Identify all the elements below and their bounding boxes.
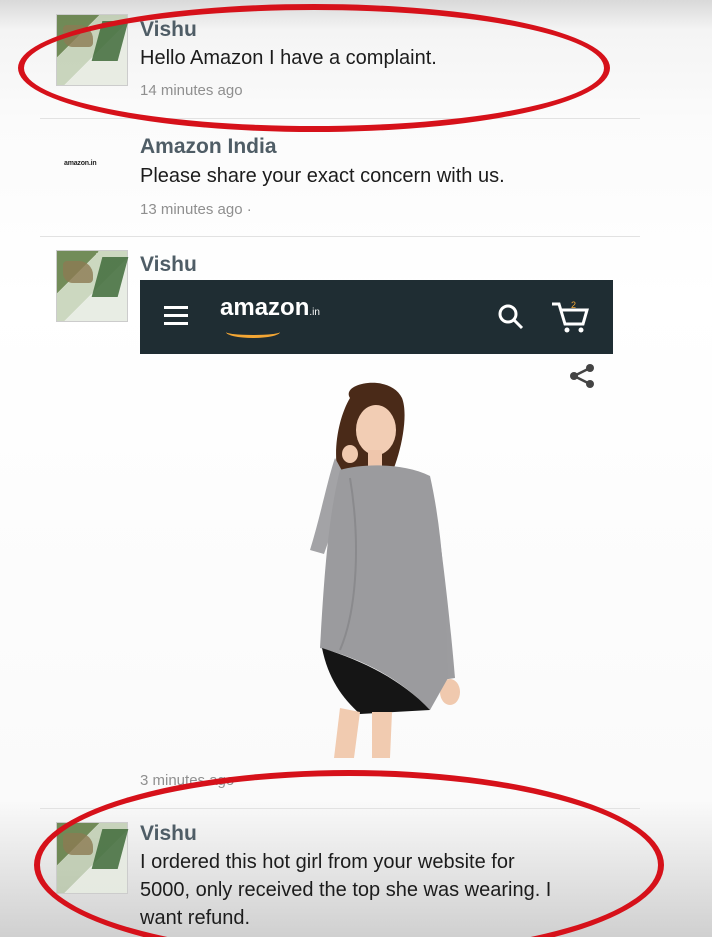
amazon-smile [226, 326, 280, 338]
menu-icon[interactable] [164, 306, 188, 326]
search-icon[interactable] [496, 302, 526, 332]
cart-icon[interactable]: 2 [550, 298, 590, 334]
comment-time: 13 minutes ago · [140, 201, 252, 218]
amazon-header-bar: amazon.in 2 [140, 280, 613, 354]
comment-text: Please share your exact concern with us. [140, 165, 505, 187]
amazon-avatar[interactable]: amazon.in [64, 160, 128, 180]
comment-author[interactable]: Vishu [140, 253, 197, 277]
share-icon[interactable] [568, 362, 598, 390]
divider [40, 236, 640, 237]
screenshot-page: Vishu Hello Amazon I have a complaint. 1… [0, 0, 712, 937]
cart-count: 2 [571, 300, 576, 310]
avatar[interactable] [56, 250, 128, 322]
highlight-circle-top [18, 4, 610, 132]
comment-author[interactable]: Amazon India [140, 135, 277, 159]
product-image[interactable] [280, 378, 470, 758]
highlight-circle-bottom [34, 770, 664, 937]
amazon-logo[interactable]: amazon.in [220, 294, 320, 322]
